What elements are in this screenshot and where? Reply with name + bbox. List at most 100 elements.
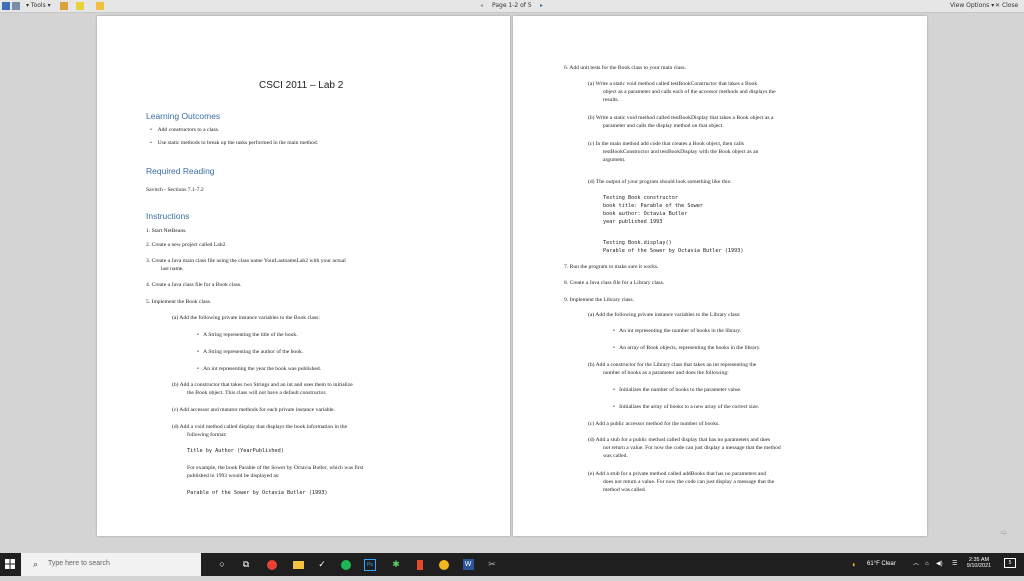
document-page-2: 6. Add unit tests for the Book class to … xyxy=(513,16,927,536)
instruction-step: 2. Create a new project called Lab2. xyxy=(146,242,227,248)
sub-step: (b) Write a static void method called te… xyxy=(588,115,774,121)
notification-count: 5 xyxy=(1004,558,1016,569)
sub-step-cont: was called. xyxy=(603,453,628,459)
reading-item: Savitch - Sections 7.1-7.2 xyxy=(146,187,204,193)
output-line: Parable of the Sower by Octavia Butler (… xyxy=(603,248,744,254)
task-view-icon[interactable]: ⧉ xyxy=(236,553,256,576)
clock-date: 9/10/2021 xyxy=(966,563,992,569)
screenshot-tool-icon[interactable]: ✂ xyxy=(482,553,502,576)
highlight-icon[interactable] xyxy=(76,2,86,10)
network-icon[interactable]: ⌂ xyxy=(925,553,929,576)
instruction-step: 3. Create a Java main class file using t… xyxy=(146,258,346,264)
prev-page-arrow[interactable]: ◂ xyxy=(480,2,483,9)
sub-step-cont: does not return a value. For now the cod… xyxy=(603,479,775,485)
word-icon[interactable]: W xyxy=(458,553,478,576)
example-text: published in 1993 would be displayed as: xyxy=(187,473,280,479)
taskbar: ⌕ Type here to search ○ ⧉ ✓ Ps ✱ W ✂ ◐ 6… xyxy=(0,553,1024,576)
sub-step: (d) The output of your program should lo… xyxy=(588,179,732,185)
bullet-item: • Initializes the array of books to a ne… xyxy=(613,404,760,410)
cortana-icon[interactable]: ○ xyxy=(212,553,232,576)
stamp-icon[interactable] xyxy=(60,2,70,10)
bullet-item: • An array of Book objects, representing… xyxy=(613,345,761,351)
feather-icon[interactable]: ✓ xyxy=(312,553,332,576)
instruction-step: 6. Add unit tests for the Book class to … xyxy=(564,65,686,71)
windows-start-button[interactable] xyxy=(0,553,20,576)
sub-step: (e) Add a stub for a private method call… xyxy=(588,471,767,477)
print-icon[interactable] xyxy=(12,2,22,10)
document-page-1: CSCI 2011 – Lab 2 Learning Outcomes • Ad… xyxy=(97,16,510,536)
sub-step: (a) Add the following private instance v… xyxy=(172,315,320,321)
sub-step: (b) Add a constructor for the Library cl… xyxy=(588,362,757,368)
weather-icon[interactable]: ◐ xyxy=(852,553,857,576)
chrome-icon[interactable] xyxy=(262,553,282,576)
outcome-item: • Add constructors to a class. xyxy=(150,127,220,133)
sub-step-cont: following format: xyxy=(187,432,227,438)
search-icon: ⌕ xyxy=(33,559,39,569)
scroll-down-arrow-icon[interactable]: ➯ xyxy=(1000,528,1007,537)
office-icon[interactable] xyxy=(410,553,430,576)
bullet-item: • A String representing the title of the… xyxy=(197,332,298,338)
spotify-icon[interactable] xyxy=(336,553,356,576)
document-title: CSCI 2011 – Lab 2 xyxy=(259,80,344,91)
sub-step: (c) In the main method add code that cre… xyxy=(588,141,744,147)
sub-step: (a) Write a static void method called te… xyxy=(588,81,758,87)
bullet-item: • An int representing the number of book… xyxy=(613,328,742,334)
instruction-step: 7. Run the program to make sure it works… xyxy=(564,264,659,270)
example-text: For example, the book Parable of the Sow… xyxy=(187,465,364,471)
weather-text[interactable]: 61°F Clear xyxy=(867,553,896,576)
tray-chevron-icon[interactable]: ︿ xyxy=(913,553,919,576)
sub-step-cont: not return a value. For now the code can… xyxy=(603,445,781,451)
sub-step-cont: the Book object. This class will not hav… xyxy=(187,390,327,396)
sub-step: (d) Add a void method called display tha… xyxy=(172,424,348,430)
instruction-step: 4. Create a Java class file for a Book c… xyxy=(146,282,242,288)
bullet-item: • A String representing the author of th… xyxy=(197,349,304,355)
view-options-menu[interactable]: View Options ▾ xyxy=(950,2,994,9)
bullet-item: • An int representing the year the book … xyxy=(197,366,322,372)
output-line: book author: Octavia Butler xyxy=(603,211,688,217)
viewer-toolbar: ▾ Tools ▾ ◂ Page 1-2 of 5 ▸ View Options… xyxy=(0,0,1024,13)
search-placeholder: Type here to search xyxy=(48,560,110,567)
sub-step: (d) Add a stub for a public method calle… xyxy=(588,437,771,443)
instruction-step: 8. Create a Java class file for a Librar… xyxy=(564,280,665,286)
output-line: Testing Book.display() xyxy=(603,240,672,246)
sub-step: (c) Add accessor and mutator methods for… xyxy=(172,407,335,413)
next-page-arrow[interactable]: ▸ xyxy=(540,2,543,9)
bullet-item: • Initializes the number of books to the… xyxy=(613,387,742,393)
example-output: Parable of the Sower by Octavia Butler (… xyxy=(187,490,328,496)
output-line: book title: Parable of the Sower xyxy=(603,203,703,209)
learning-outcomes-heading: Learning Outcomes xyxy=(146,111,221,121)
sub-step: (c) Add a public accessor method for the… xyxy=(588,421,720,427)
sub-step-cont: parameter and calls the display method o… xyxy=(603,123,724,129)
norton-icon[interactable] xyxy=(434,553,454,576)
sub-step-cont: argument. xyxy=(603,157,626,163)
required-reading-heading: Required Reading xyxy=(146,166,215,176)
close-button[interactable]: ✕ Close xyxy=(995,2,1018,9)
sub-step: (a) Add the following private instance v… xyxy=(588,312,741,318)
instruction-step-cont: last name. xyxy=(161,266,184,272)
taskbar-search-box[interactable]: ⌕ Type here to search xyxy=(21,553,201,576)
instruction-step: 9. Implement the Library class. xyxy=(564,297,634,303)
notification-center-icon[interactable]: 5 xyxy=(1000,553,1020,576)
sub-step-cont: results. xyxy=(603,97,620,103)
instruction-step: 5. Implement the Book class. xyxy=(146,299,212,305)
save-icon[interactable] xyxy=(2,2,12,10)
outcome-item: • Use static methods to break up the tas… xyxy=(150,140,319,146)
instruction-step: 1. Start NetBeans. xyxy=(146,228,187,234)
photoshop-icon[interactable]: Ps xyxy=(360,553,380,576)
file-explorer-icon[interactable] xyxy=(288,553,308,576)
folder-icon[interactable] xyxy=(96,2,106,10)
clock[interactable]: 2:35 AM 9/10/2021 xyxy=(962,553,996,576)
page-indicator: Page 1-2 of 5 xyxy=(492,2,532,9)
tools-menu[interactable]: ▾ Tools ▾ xyxy=(26,2,51,9)
wifi-icon[interactable]: ☰ xyxy=(952,553,957,576)
output-line: Testing Book constructor xyxy=(603,195,678,201)
sub-step-cont: number of books as a parameter and does … xyxy=(603,370,729,376)
puzzle-icon[interactable]: ✱ xyxy=(386,553,406,576)
sub-step-cont: method was called. xyxy=(603,487,647,493)
sub-step: (b) Add a constructor that takes two Str… xyxy=(172,382,353,388)
sub-step-cont: testBookConstructor and testBookDisplay … xyxy=(603,149,759,155)
sub-step-cont: object as a parameter and calls each of … xyxy=(603,89,776,95)
format-example: Title by Author (YearPublished) xyxy=(187,448,284,454)
instructions-heading: Instructions xyxy=(146,211,190,221)
volume-icon[interactable]: ◀) xyxy=(936,553,943,576)
